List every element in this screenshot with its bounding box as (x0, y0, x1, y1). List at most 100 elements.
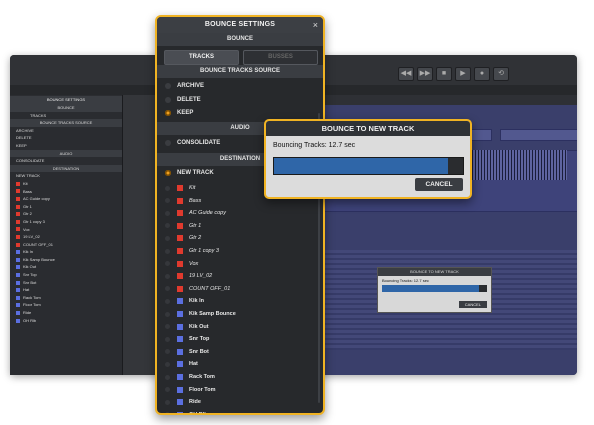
radio-icon (165, 261, 170, 267)
track-name: 19 LV_02 (189, 273, 213, 280)
dialog-status: Bouncing Tracks: 12.7 sec (273, 142, 356, 149)
radio-icon (165, 298, 170, 304)
bg-track-name: Vox (23, 226, 30, 232)
destination-track-item[interactable]: Gtr 1 copy 3 (157, 245, 323, 258)
bg-track-color-swatch (16, 227, 20, 232)
bg-track-name: Ride (23, 310, 32, 316)
record-button[interactable]: ● (474, 67, 490, 81)
clip[interactable] (500, 129, 577, 141)
cancel-button[interactable]: CANCEL (415, 178, 463, 191)
destination-track-item[interactable]: Snr Bot (157, 346, 323, 359)
track-name: AC Guide copy (189, 210, 226, 217)
bg-track-name: COUNT OFF_01 (23, 241, 53, 247)
track-color-swatch (177, 374, 183, 380)
destination-track-item[interactable]: Ride (157, 396, 323, 409)
bg-track-name: Hat (23, 287, 30, 293)
bg-track-item: OH Rlb (10, 317, 122, 325)
panel-title: BOUNCE SETTINGS (157, 17, 323, 33)
bg-track-item: Kik In (10, 248, 122, 256)
bg-track-item: 19 LV_02 (10, 233, 122, 241)
track-color-swatch (177, 273, 183, 280)
destination-track-item[interactable]: Floor Tom (157, 384, 323, 397)
track-color-swatch (177, 336, 183, 343)
bg-track-item: Snr Top (10, 271, 122, 279)
bg-track-color-swatch (16, 189, 20, 194)
tracks-button[interactable]: TRACKS (164, 50, 239, 65)
bg-option-delete: DELETE (16, 135, 32, 141)
track-color-swatch (177, 260, 183, 267)
option-label: KEEP (177, 110, 194, 116)
option-label: ARCHIVE (177, 83, 205, 89)
bg-dialog-progress-fill (382, 285, 479, 292)
bounce-tracks-source-header: BOUNCE TRACKS SOURCE (157, 65, 323, 78)
bg-track-color-swatch (16, 318, 20, 323)
bg-track-name: Gtr 1 copy 3 (23, 218, 45, 224)
bg-track-name: Kit (23, 180, 28, 186)
destination-track-item[interactable]: Kik In (157, 295, 323, 308)
bg-track-item: Vox (10, 226, 122, 234)
radio-icon (165, 387, 170, 393)
destination-track-item[interactable]: Hat (157, 358, 323, 371)
bg-track-name: Gtr 2 (23, 211, 32, 217)
track-name: COUNT OFF_01 (189, 285, 231, 292)
radio-icon (165, 374, 170, 380)
radio-icon (165, 399, 170, 405)
destination-track-item[interactable]: AC Guide copy (157, 207, 323, 220)
loop-button[interactable]: ⟲ (493, 67, 509, 81)
radio-icon (165, 140, 171, 146)
bg-track-color-swatch (16, 212, 20, 217)
destination-track-item[interactable]: Rack Tom (157, 371, 323, 384)
bg-track-color-swatch (16, 204, 20, 209)
track-color-swatch (177, 248, 183, 254)
transport-controls: ◀◀ ▶▶ ■ ▶ ● ⟲ (398, 67, 509, 81)
destination-track-item[interactable]: Kik Samp Bounce (157, 308, 323, 321)
radio-icon (165, 223, 170, 229)
bg-track-list: Kit Bass AC Guide copy Gtr 1 Gtr 2 Gtr 1 copy… (10, 180, 122, 324)
bg-audio-header: AUDIO (10, 149, 122, 158)
radio-icon (165, 97, 171, 103)
radio-icon (165, 248, 170, 254)
track-color-swatch (177, 197, 183, 204)
rewind-button[interactable]: ◀◀ (398, 67, 414, 81)
bg-track-color-swatch (16, 181, 20, 186)
bg-track-name: Kik In (23, 249, 34, 255)
stop-button[interactable]: ■ (436, 67, 452, 81)
track-color-swatch (177, 210, 183, 217)
close-icon[interactable]: × (313, 17, 318, 33)
bounce-header: BOUNCE (157, 33, 323, 46)
track-name: Rack Tom (189, 374, 215, 380)
destination-track-item[interactable]: OH Rlb (157, 409, 323, 413)
destination-track-item[interactable]: COUNT OFF_01 (157, 283, 323, 296)
bg-bounce-dialog: BOUNCE TO NEW TRACK Bouncing Tracks: 12.… (377, 267, 492, 313)
bg-track-name: Rack Tom (23, 294, 41, 300)
bounce-settings-panel: BOUNCE SETTINGS × BOUNCE TRACKS BUSSES ↖… (155, 15, 325, 415)
bg-bounce-header: BOUNCE (10, 104, 122, 112)
track-name: Kik Samp Bounce (189, 311, 236, 317)
destination-track-item[interactable]: Gtr 1 (157, 220, 323, 233)
track-color-swatch (177, 323, 183, 330)
bg-destination-header: DESTINATION (10, 164, 122, 173)
bg-track-item: Gtr 2 (10, 210, 122, 218)
destination-track-item[interactable]: Vox (157, 258, 323, 271)
destination-track-item[interactable]: 19 LV_02 (157, 270, 323, 283)
bg-track-name: Gtr 1 (23, 203, 32, 209)
forward-button[interactable]: ▶▶ (417, 67, 433, 81)
bg-dialog-progress (382, 285, 487, 292)
track-name: Kik Out (189, 323, 209, 330)
bg-track-name: OH Rlb (23, 317, 37, 323)
bg-dialog-cancel: CANCEL (458, 301, 487, 308)
track-name: Ride (189, 399, 201, 406)
track-color-swatch (177, 298, 183, 305)
destination-track-item[interactable]: Gtr 2 (157, 232, 323, 245)
bg-track-item: Kik Out (10, 263, 122, 271)
option-archive[interactable]: ARCHIVE (157, 79, 323, 94)
play-button[interactable]: ▶ (455, 67, 471, 81)
radio-icon (165, 361, 170, 367)
radio-icon (165, 198, 170, 204)
bg-track-item: Gtr 1 copy 3 (10, 218, 122, 226)
busses-button[interactable]: BUSSES (243, 50, 318, 65)
destination-track-item[interactable]: Snr Top (157, 333, 323, 346)
bg-track-item: Snr Bot (10, 279, 122, 287)
bg-panel-title: BOUNCE SETTINGS (10, 96, 122, 104)
destination-track-item[interactable]: Kik Out (157, 321, 323, 334)
